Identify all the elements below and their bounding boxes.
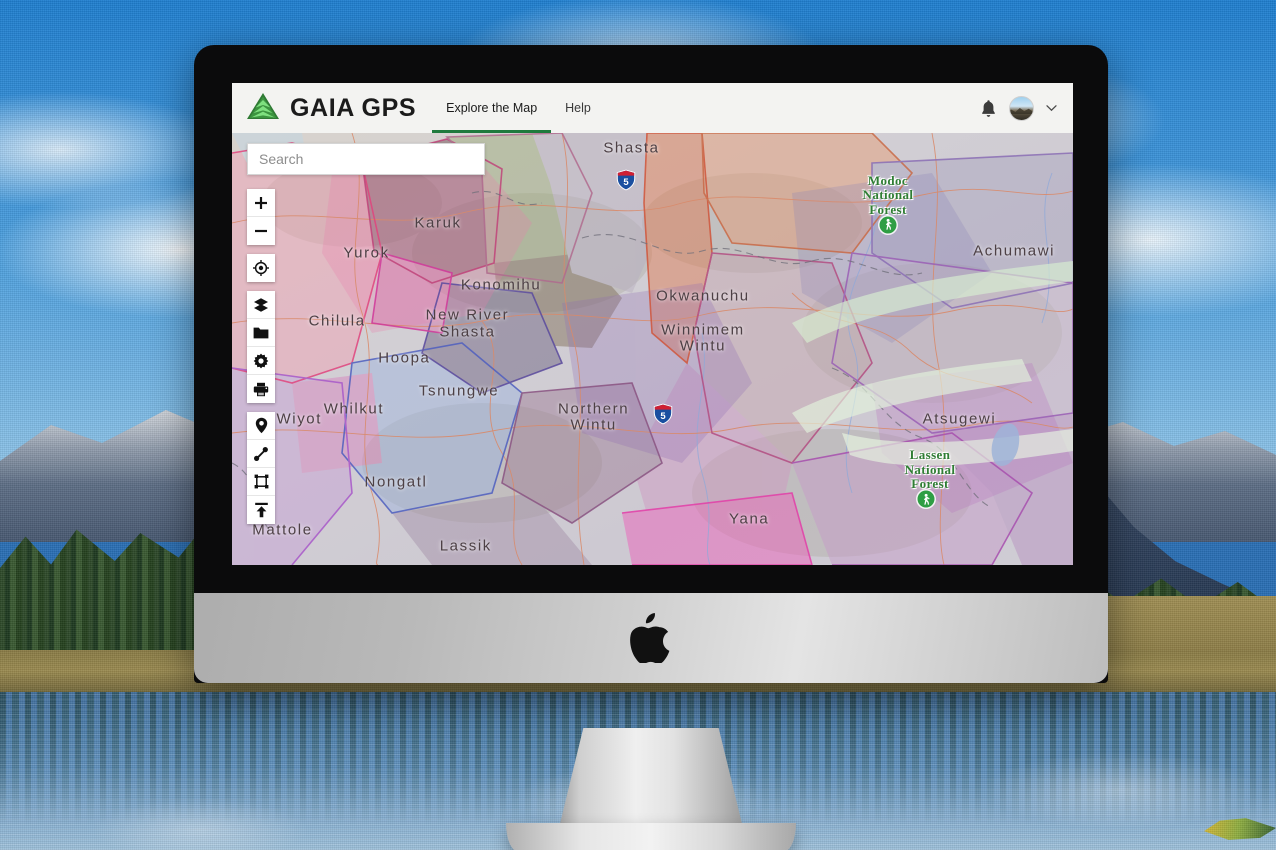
zoom-in-button[interactable] <box>247 189 275 217</box>
forest-label-line: National <box>862 187 914 203</box>
map-label-tribe: Shasta <box>439 323 496 341</box>
map-label-tribe: Konomihu <box>460 276 542 294</box>
map-label-tribe: Northern <box>558 400 630 418</box>
search-input[interactable] <box>259 151 473 167</box>
crosshair-icon <box>253 260 269 276</box>
map-viewport[interactable]: Shasta Karuk Yurok Konomihu Achumawi Okwanuch… <box>232 133 1073 565</box>
toolbar-group-locate <box>247 254 275 282</box>
map-toolbar <box>247 189 275 533</box>
header-actions <box>980 95 1057 121</box>
forest-label-line: Modoc <box>867 172 909 188</box>
hiker-trailhead-icon[interactable] <box>879 216 897 234</box>
map-label-tribe: Wintu <box>679 337 727 355</box>
map-label-tribe: Hoopa <box>378 349 431 367</box>
toolbar-group-map-tools <box>247 291 275 403</box>
nav-item-explore-the-map[interactable]: Explore the Map <box>432 83 552 133</box>
layers-button[interactable] <box>247 291 275 319</box>
brand[interactable]: GAIA GPS <box>246 92 416 124</box>
map-label-tribe: Whilkut <box>323 400 385 418</box>
locate-me-button[interactable] <box>247 254 275 282</box>
avatar[interactable] <box>1009 95 1034 121</box>
plus-icon <box>255 196 267 209</box>
print-button[interactable] <box>247 375 275 403</box>
monitor-stand-base <box>506 823 796 850</box>
add-route-button[interactable] <box>247 440 275 468</box>
interstate-shield: 5 <box>653 403 673 425</box>
hiker-glyph <box>885 218 892 230</box>
bell-icon[interactable] <box>980 99 997 118</box>
map-label-tribe: Wintu <box>570 416 617 434</box>
settings-button[interactable] <box>247 347 275 375</box>
map-label-layer: Shasta Karuk Yurok Konomihu Achumawi Okwanuch… <box>232 133 1073 565</box>
map-label-tribe: Atsugewi <box>922 410 997 428</box>
folders-button[interactable] <box>247 319 275 347</box>
map-label-tribe: Tsnungwe <box>418 382 500 400</box>
map-label-tribe: Chilula <box>308 312 366 330</box>
area-polygon-icon <box>254 474 268 489</box>
map-label-tribe: Achumawi <box>973 242 1056 259</box>
toolbar-group-create <box>247 412 275 524</box>
gaia-mountain-logo-icon <box>247 93 279 119</box>
map-label-tribe: Yurok <box>343 244 390 262</box>
import-button[interactable] <box>247 496 275 524</box>
folder-icon <box>253 327 269 338</box>
app-header: GAIA GPS Explore the Map Help <box>232 83 1073 133</box>
nav-label: Explore the Map <box>446 101 538 115</box>
add-area-button[interactable] <box>247 468 275 496</box>
svg-text:5: 5 <box>623 177 629 188</box>
toolbar-group-zoom <box>247 189 275 245</box>
apple-logo-icon <box>630 613 670 663</box>
svg-text:5: 5 <box>660 411 666 422</box>
chevron-down-icon[interactable] <box>1046 104 1057 112</box>
map-label-tribe: Karuk <box>414 214 462 232</box>
printer-icon <box>253 382 269 396</box>
map-label-tribe: Nongatl <box>364 473 428 491</box>
monitor-screen: GAIA GPS Explore the Map Help Shasta Kar… <box>232 83 1073 565</box>
map-label-national-forest: Modoc National Forest <box>862 172 914 218</box>
map-label-tribe: Okwanuchu <box>656 287 750 305</box>
map-label-tribe: Wiyot <box>276 410 323 428</box>
map-label-tribe: Shasta <box>603 139 660 157</box>
map-label-tribe: New River <box>425 306 510 324</box>
map-label-national-forest: Lassen National Forest <box>905 448 956 492</box>
forest-label-line: Forest <box>911 476 949 492</box>
monitor-stand-neck <box>557 728 745 836</box>
monitor-chin <box>194 593 1108 683</box>
map-pin-icon <box>255 417 267 434</box>
brand-name: GAIA GPS <box>290 93 417 122</box>
interstate-shield-icon: 5 <box>616 169 635 191</box>
add-waypoint-button[interactable] <box>247 412 275 440</box>
nav-item-help[interactable]: Help <box>551 83 605 133</box>
layers-icon <box>254 297 268 312</box>
imac-computer: GAIA GPS Explore the Map Help Shasta Kar… <box>194 45 1108 850</box>
forest-label-line: Lassen <box>909 447 951 463</box>
gaia-gps-app: GAIA GPS Explore the Map Help Shasta Kar… <box>232 83 1073 565</box>
route-line-icon <box>254 446 268 461</box>
interstate-shield-icon: 5 <box>653 403 672 425</box>
search-box[interactable] <box>247 143 485 175</box>
nav-label: Help <box>565 101 591 115</box>
interstate-shield: 5 <box>616 169 636 191</box>
map-label-tribe: Yana <box>729 510 770 528</box>
main-nav: Explore the Map Help <box>432 83 605 133</box>
screenshot-scene: GAIA GPS Explore the Map Help Shasta Kar… <box>0 0 1276 850</box>
hiker-glyph <box>923 493 930 505</box>
forest-label-line: National <box>904 461 956 477</box>
minus-icon <box>255 229 267 233</box>
map-label-tribe: Lassik <box>439 537 492 555</box>
hiker-trailhead-icon[interactable] <box>917 490 935 508</box>
gear-icon <box>253 353 269 368</box>
upload-icon <box>254 502 268 518</box>
zoom-out-button[interactable] <box>247 217 275 245</box>
map-label-tribe: Winnimem <box>661 321 745 339</box>
